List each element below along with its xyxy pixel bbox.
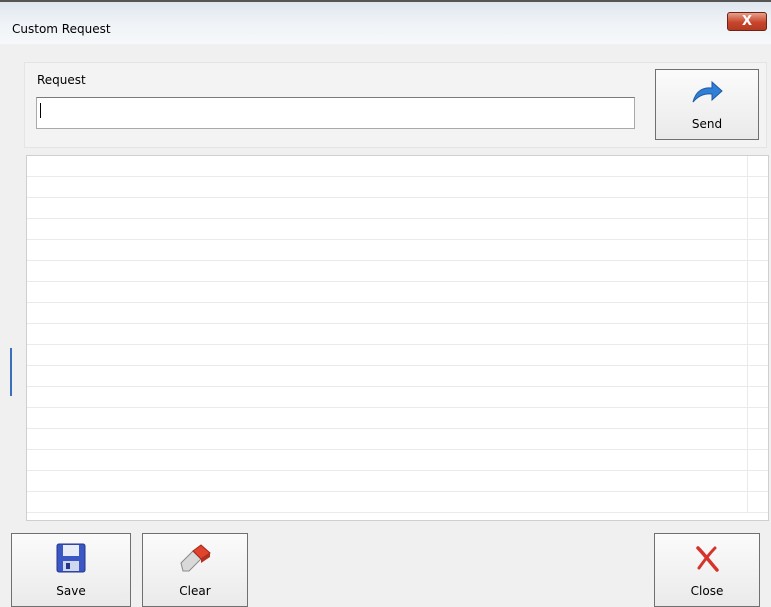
clear-label: Clear bbox=[179, 584, 211, 598]
eraser-icon bbox=[180, 544, 211, 572]
send-arrow-icon bbox=[692, 80, 723, 103]
grid-row[interactable] bbox=[27, 429, 768, 450]
grid-row[interactable] bbox=[27, 177, 768, 198]
grid-cell-divider bbox=[747, 324, 748, 344]
grid-cell-divider bbox=[747, 492, 748, 512]
close-button[interactable]: Close bbox=[654, 533, 760, 607]
grid-cell-divider bbox=[747, 429, 748, 449]
grid-cell-divider bbox=[747, 303, 748, 323]
text-caret bbox=[40, 103, 41, 118]
grid-cell-divider bbox=[747, 156, 748, 176]
close-icon: X bbox=[741, 14, 753, 29]
grid-cell-divider bbox=[747, 408, 748, 428]
grid-cell-divider bbox=[747, 345, 748, 365]
send-label: Send bbox=[691, 117, 723, 131]
grid-cell-divider bbox=[747, 282, 748, 302]
title-bar: Custom Request X bbox=[0, 0, 771, 44]
send-button[interactable]: Send bbox=[655, 69, 759, 140]
window-title: Custom Request bbox=[12, 22, 111, 36]
save-label: Save bbox=[56, 584, 86, 598]
grid-row[interactable] bbox=[27, 345, 768, 366]
save-button[interactable]: Save bbox=[11, 533, 131, 607]
grid-cell-divider bbox=[747, 261, 748, 281]
grid-row[interactable] bbox=[27, 282, 768, 303]
grid-cell-divider bbox=[747, 198, 748, 218]
floppy-disk-icon bbox=[56, 543, 86, 573]
grid-row[interactable] bbox=[27, 303, 768, 324]
grid-cell-divider bbox=[747, 366, 748, 386]
results-grid[interactable] bbox=[26, 155, 769, 521]
grid-cell-divider bbox=[747, 387, 748, 407]
grid-cell-divider bbox=[747, 177, 748, 197]
grid-row[interactable] bbox=[27, 240, 768, 261]
grid-row[interactable] bbox=[27, 387, 768, 408]
grid-row[interactable] bbox=[27, 156, 768, 177]
grid-row[interactable] bbox=[27, 198, 768, 219]
grid-cell-divider bbox=[747, 219, 748, 239]
clear-button[interactable]: Clear bbox=[142, 533, 248, 607]
grid-row[interactable] bbox=[27, 366, 768, 387]
request-input[interactable] bbox=[36, 97, 635, 129]
grid-row[interactable] bbox=[27, 408, 768, 429]
window-close-button[interactable]: X bbox=[727, 12, 767, 31]
close-label: Close bbox=[690, 584, 724, 598]
grid-row[interactable] bbox=[27, 324, 768, 345]
grid-row[interactable] bbox=[27, 492, 768, 513]
red-x-icon bbox=[696, 546, 719, 572]
grid-cell-divider bbox=[747, 450, 748, 470]
window-edge-marker bbox=[10, 348, 12, 396]
grid-row[interactable] bbox=[27, 261, 768, 282]
grid-row[interactable] bbox=[27, 450, 768, 471]
request-label: Request bbox=[37, 73, 86, 87]
grid-row[interactable] bbox=[27, 471, 768, 492]
grid-row[interactable] bbox=[27, 219, 768, 240]
grid-cell-divider bbox=[747, 240, 748, 260]
grid-cell-divider bbox=[747, 471, 748, 491]
